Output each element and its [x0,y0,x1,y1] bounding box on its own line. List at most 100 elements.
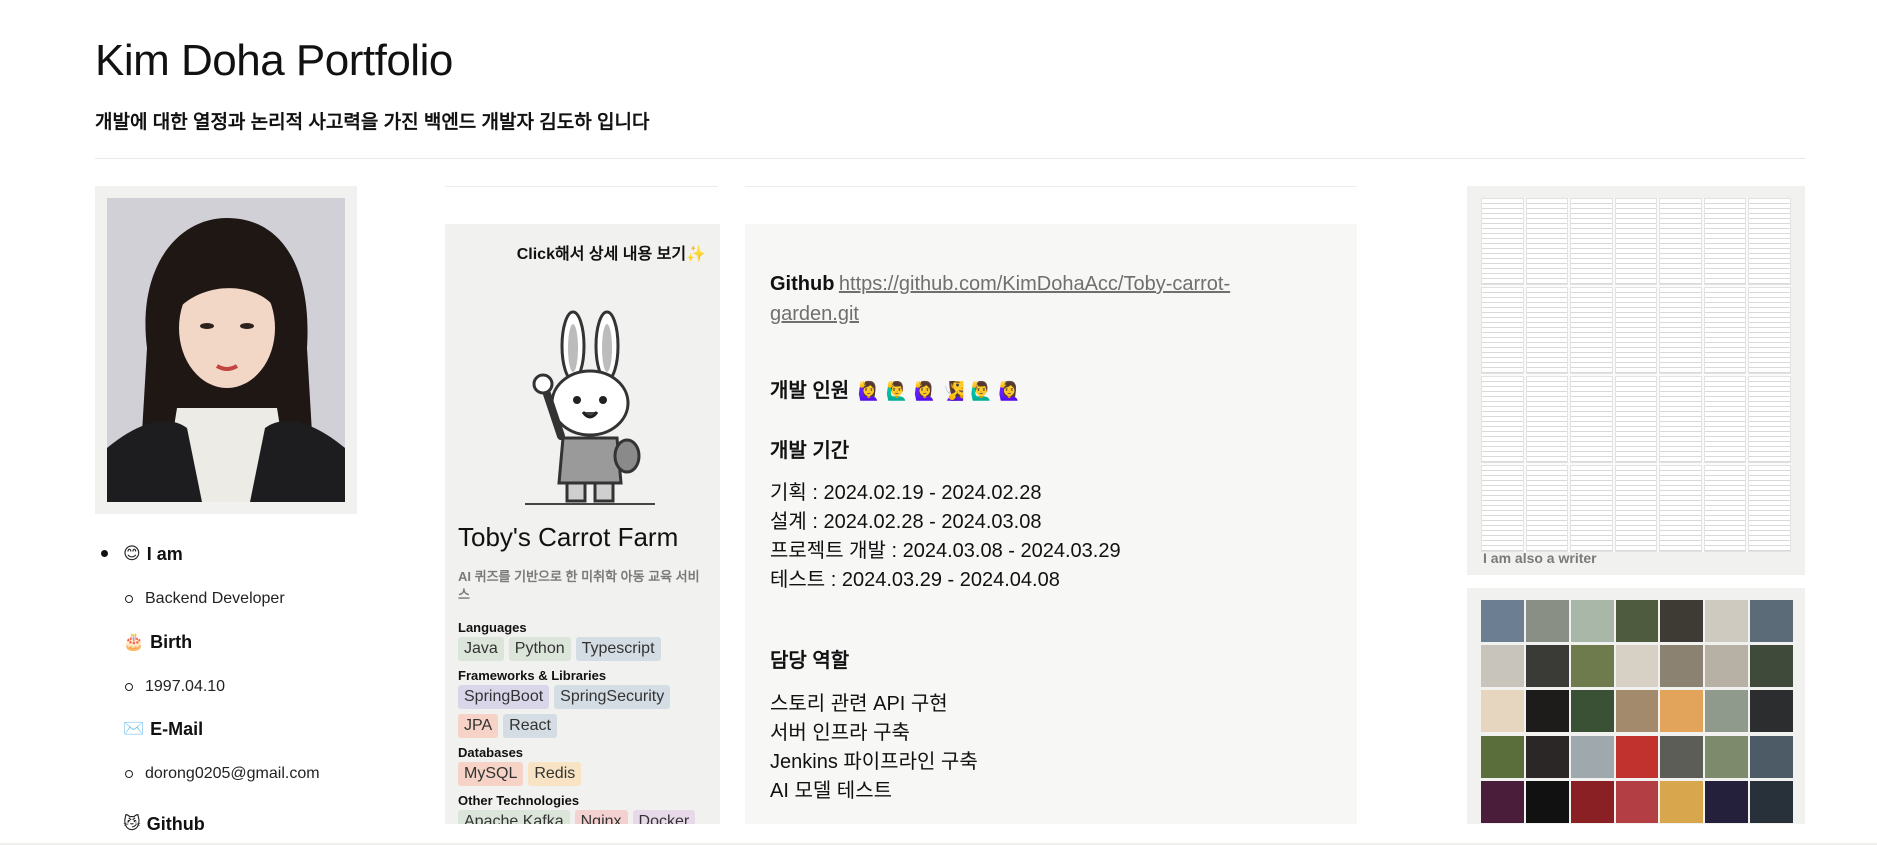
cat-emoji-icon: 😼 [123,814,141,834]
period-heading: 개발 기간 [770,440,850,462]
period-line: 프로젝트 개발 : 2024.03.08 - 2024.03.29 [770,540,1121,562]
photo-gallery-card[interactable] [1467,588,1805,824]
github-link[interactable]: https://github.com/KimDohaAcc/Toby-carro… [839,273,1230,295]
photo-thumbnail [1660,690,1704,733]
photo-thumbnail [1705,600,1749,642]
info-heading-iam: 😊 I am [123,544,183,565]
info-value-email: dorong0205@gmail.com [145,764,320,784]
info-value: 1997.04.10 [145,678,226,695]
document-thumbnail [1525,287,1569,374]
document-thumbnail [1703,376,1747,463]
github-label: Github [770,273,835,295]
document-thumbnail [1481,198,1524,285]
document-thumbnail [1525,376,1569,463]
photo-thumbnail [1750,645,1793,688]
photo-thumbnail [1525,735,1569,778]
role-line: Jenkins 파이프라인 구축 [770,751,978,773]
bullet-ring [125,683,133,691]
document-thumbnail [1525,465,1569,552]
tech-tag: Typescript [575,637,661,661]
photo-thumbnail [1525,780,1569,823]
role-list: 스토리 관련 API 구현 서버 인프라 구축 Jenkins 파이프라인 구축… [770,690,978,806]
writer-gallery-card[interactable]: I am also a writer [1467,186,1805,575]
info-value: Backend Developer [145,590,285,607]
document-thumbnail [1570,287,1613,374]
document-thumbnail [1748,376,1791,463]
document-thumbnail [1659,287,1702,374]
writing-collage-image [1481,198,1791,552]
photo-thumbnail [1481,735,1524,778]
tech-tag: Nginx [574,810,628,824]
document-thumbnail [1481,465,1524,552]
document-thumbnail [1614,198,1658,285]
document-thumbnail [1481,287,1524,374]
period-list: 기획 : 2024.02.19 - 2024.02.28 설계 : 2024.0… [770,479,1121,595]
photo-thumbnail [1615,645,1659,688]
document-thumbnail [1481,376,1524,463]
tech-tag: Docker [632,810,696,824]
tech-tag: MySQL [458,762,524,786]
project-title[interactable]: Toby's Carrot Farm [458,522,678,553]
photo-thumbnail [1570,690,1614,733]
document-thumbnail [1659,376,1702,463]
photo-thumbnail [1481,780,1524,823]
role-line: 스토리 관련 API 구현 [770,693,948,715]
smile-emoji-icon: 😊 [123,544,141,564]
page-title: Kim Doha Portfolio [95,36,453,85]
tech-tag: Java [458,637,504,661]
document-thumbnail [1570,376,1613,463]
info-value-birth: 1997.04.10 [145,677,225,697]
role-heading: 담당 역할 [770,650,850,672]
photo-thumbnail [1750,600,1793,642]
tech-group-other: Other Technologies Apache Kafka Nginx Do… [458,793,713,824]
photo-thumbnail [1615,690,1659,733]
photo-thumbnail [1660,735,1704,778]
project-description: AI 퀴즈를 기반으로 한 미취학 아동 교육 서비스 [458,569,700,602]
info-heading-github: 😼 Github [123,814,205,835]
photo-thumbnail [1570,645,1614,688]
role-line: AI 모델 테스트 [770,780,893,802]
profile-photo-card [95,186,357,514]
document-thumbnail [1748,287,1791,374]
document-thumbnail [1570,198,1613,285]
tech-tag: Redis [528,762,582,786]
document-thumbnail [1703,287,1747,374]
tech-group-label: Databases [458,745,524,760]
photo-thumbnail [1750,690,1793,733]
tech-group-label: Languages [458,620,527,635]
cake-emoji-icon: 🎂 [123,632,145,652]
bullet-dot [101,550,108,557]
document-thumbnail [1748,198,1791,285]
tech-tag: Apache Kafka [458,810,570,824]
photo-thumbnail [1525,645,1569,688]
photo-thumbnail [1615,600,1659,642]
photo-thumbnail [1481,645,1524,688]
photo-thumbnail [1481,690,1524,733]
github-row: Github https://github.com/KimDohaAcc/Tob… [770,270,1230,330]
photo-thumbnail [1570,735,1614,778]
photo-thumbnail [1660,645,1704,688]
document-thumbnail [1748,465,1791,552]
header-divider [95,158,1805,159]
email-value[interactable]: dorong0205@gmail.com [145,765,320,783]
photo-thumbnail [1525,600,1569,642]
project-card[interactable]: Click해서 상세 내용 보기✨ Toby's Carrot Farm AI … [445,224,720,824]
photo-thumbnail [1615,780,1659,823]
document-thumbnail [1525,198,1569,285]
profile-photo [107,198,345,502]
photo-thumbnail [1705,690,1749,733]
info-heading-birth: 🎂 Birth [123,632,192,653]
tech-group-languages: Languages Java Python Typescript [458,620,713,661]
photo-thumbnail [1570,780,1614,823]
page-subtitle: 개발에 대한 열정과 논리적 사고력을 가진 백엔드 개발자 김도하 입니다 [95,112,650,133]
photo-thumbnail [1750,780,1793,823]
photo-thumbnail [1525,690,1569,733]
role-line: 서버 인프라 구축 [770,722,910,744]
click-hint[interactable]: Click해서 상세 내용 보기✨ [517,240,706,264]
team-emoji-icons: 🙋‍♀️ 🙋‍♂️ 🙋‍♀️ 🧏‍♀️ 🙋‍♂️ 🙋‍♀️ [857,381,1021,402]
github-link-continued[interactable]: garden.git [770,303,859,325]
photo-thumbnail [1660,600,1704,642]
envelope-emoji-icon: ✉️ [123,719,145,739]
period-line: 기획 : 2024.02.19 - 2024.02.28 [770,482,1042,504]
tech-tag: SpringBoot [458,685,550,709]
